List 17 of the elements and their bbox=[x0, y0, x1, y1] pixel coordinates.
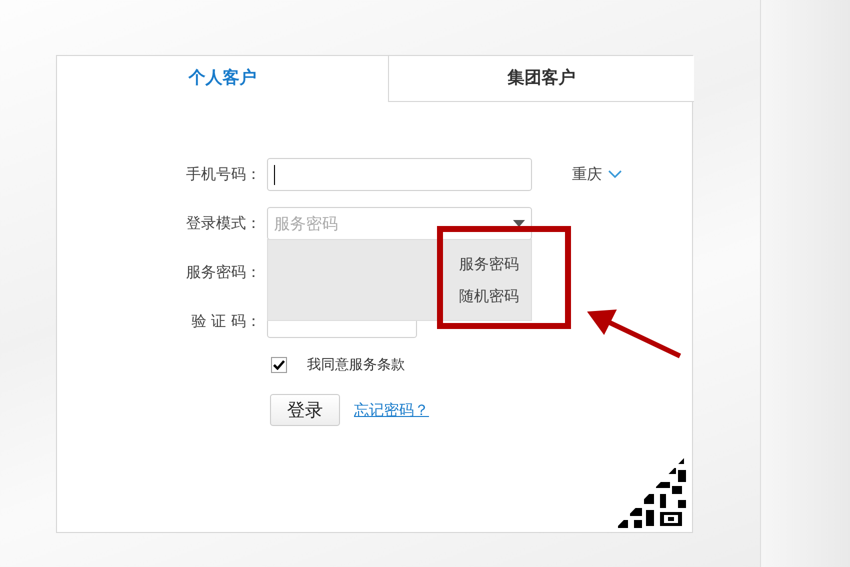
field-label: 验 证 码： bbox=[190, 311, 262, 332]
city-label: 重庆 bbox=[572, 164, 602, 186]
dropdown-option[interactable]: 服务密码 bbox=[459, 248, 519, 280]
dropdown-arrow-icon bbox=[513, 220, 525, 227]
chevron-down-icon[interactable] bbox=[608, 170, 622, 179]
phone-input[interactable] bbox=[267, 158, 532, 191]
field-label: 服务密码： bbox=[185, 262, 262, 284]
forgot-password-link[interactable]: 忘记密码？ bbox=[354, 398, 429, 422]
dropdown-option[interactable]: 随机密码 bbox=[459, 280, 519, 312]
text-cursor bbox=[274, 164, 275, 184]
login-button[interactable]: 登录 bbox=[270, 394, 340, 426]
field-label: 手机号码： bbox=[185, 164, 262, 186]
select-value: 服务密码 bbox=[274, 212, 338, 234]
field-label: 登录模式： bbox=[185, 213, 262, 234]
agree-label: 我同意服务条款 bbox=[307, 356, 405, 374]
tab[interactable]: 集团客户 bbox=[388, 56, 694, 102]
agree-checkbox[interactable] bbox=[271, 357, 287, 373]
